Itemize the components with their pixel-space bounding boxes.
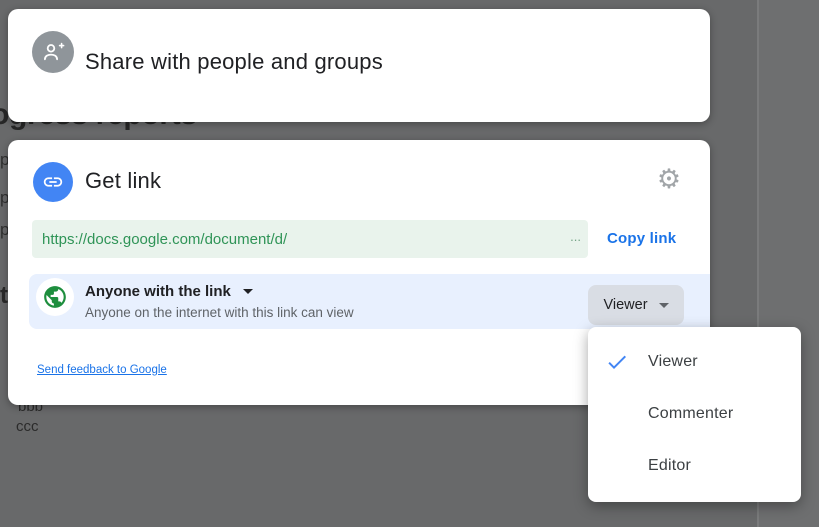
role-menu-item-label: Commenter (648, 405, 733, 423)
role-dropdown-button[interactable]: Viewer (588, 285, 684, 325)
copy-link-button[interactable]: Copy link (607, 230, 676, 247)
public-globe-icon (36, 278, 74, 316)
role-menu-item-editor[interactable]: Editor (588, 440, 801, 492)
role-menu-item-label: Viewer (648, 353, 698, 371)
audience-selector[interactable]: Anyone with the link Anyone on the inter… (85, 283, 354, 320)
url-truncation-ellipsis: ... (570, 229, 581, 244)
audience-description: Anyone on the internet with this link ca… (85, 305, 354, 320)
role-menu-item-viewer[interactable]: Viewer (588, 336, 801, 388)
chevron-down-icon (243, 289, 253, 294)
role-menu: Viewer Commenter Editor (588, 327, 801, 502)
send-feedback-link[interactable]: Send feedback to Google (37, 364, 167, 376)
chevron-down-icon (659, 303, 669, 308)
background-text-fragment: t (0, 282, 8, 310)
share-url-field[interactable]: https://docs.google.com/document/d/ ... (32, 220, 588, 258)
person-add-icon (32, 31, 74, 73)
role-dropdown-label: Viewer (603, 297, 647, 313)
share-url-text: https://docs.google.com/document/d/ (42, 231, 287, 248)
role-menu-item-label: Editor (648, 457, 691, 475)
share-with-people-card[interactable]: Share with people and groups (8, 9, 710, 122)
check-placeholder (605, 402, 629, 426)
get-link-title: Get link (85, 168, 161, 194)
role-menu-item-commenter[interactable]: Commenter (588, 388, 801, 440)
audience-label: Anyone with the link (85, 283, 231, 300)
link-access-row: Anyone with the link Anyone on the inter… (29, 274, 710, 329)
link-icon (33, 162, 73, 202)
checkmark-icon (605, 350, 629, 374)
share-dialog-screen: ogress reports p p p t bbb ccc Share wit… (0, 0, 819, 527)
link-settings-gear-icon[interactable]: ⚙ (652, 162, 686, 196)
background-text-fragment: ccc (16, 418, 39, 435)
check-placeholder (605, 454, 629, 478)
share-card-title: Share with people and groups (85, 49, 383, 75)
